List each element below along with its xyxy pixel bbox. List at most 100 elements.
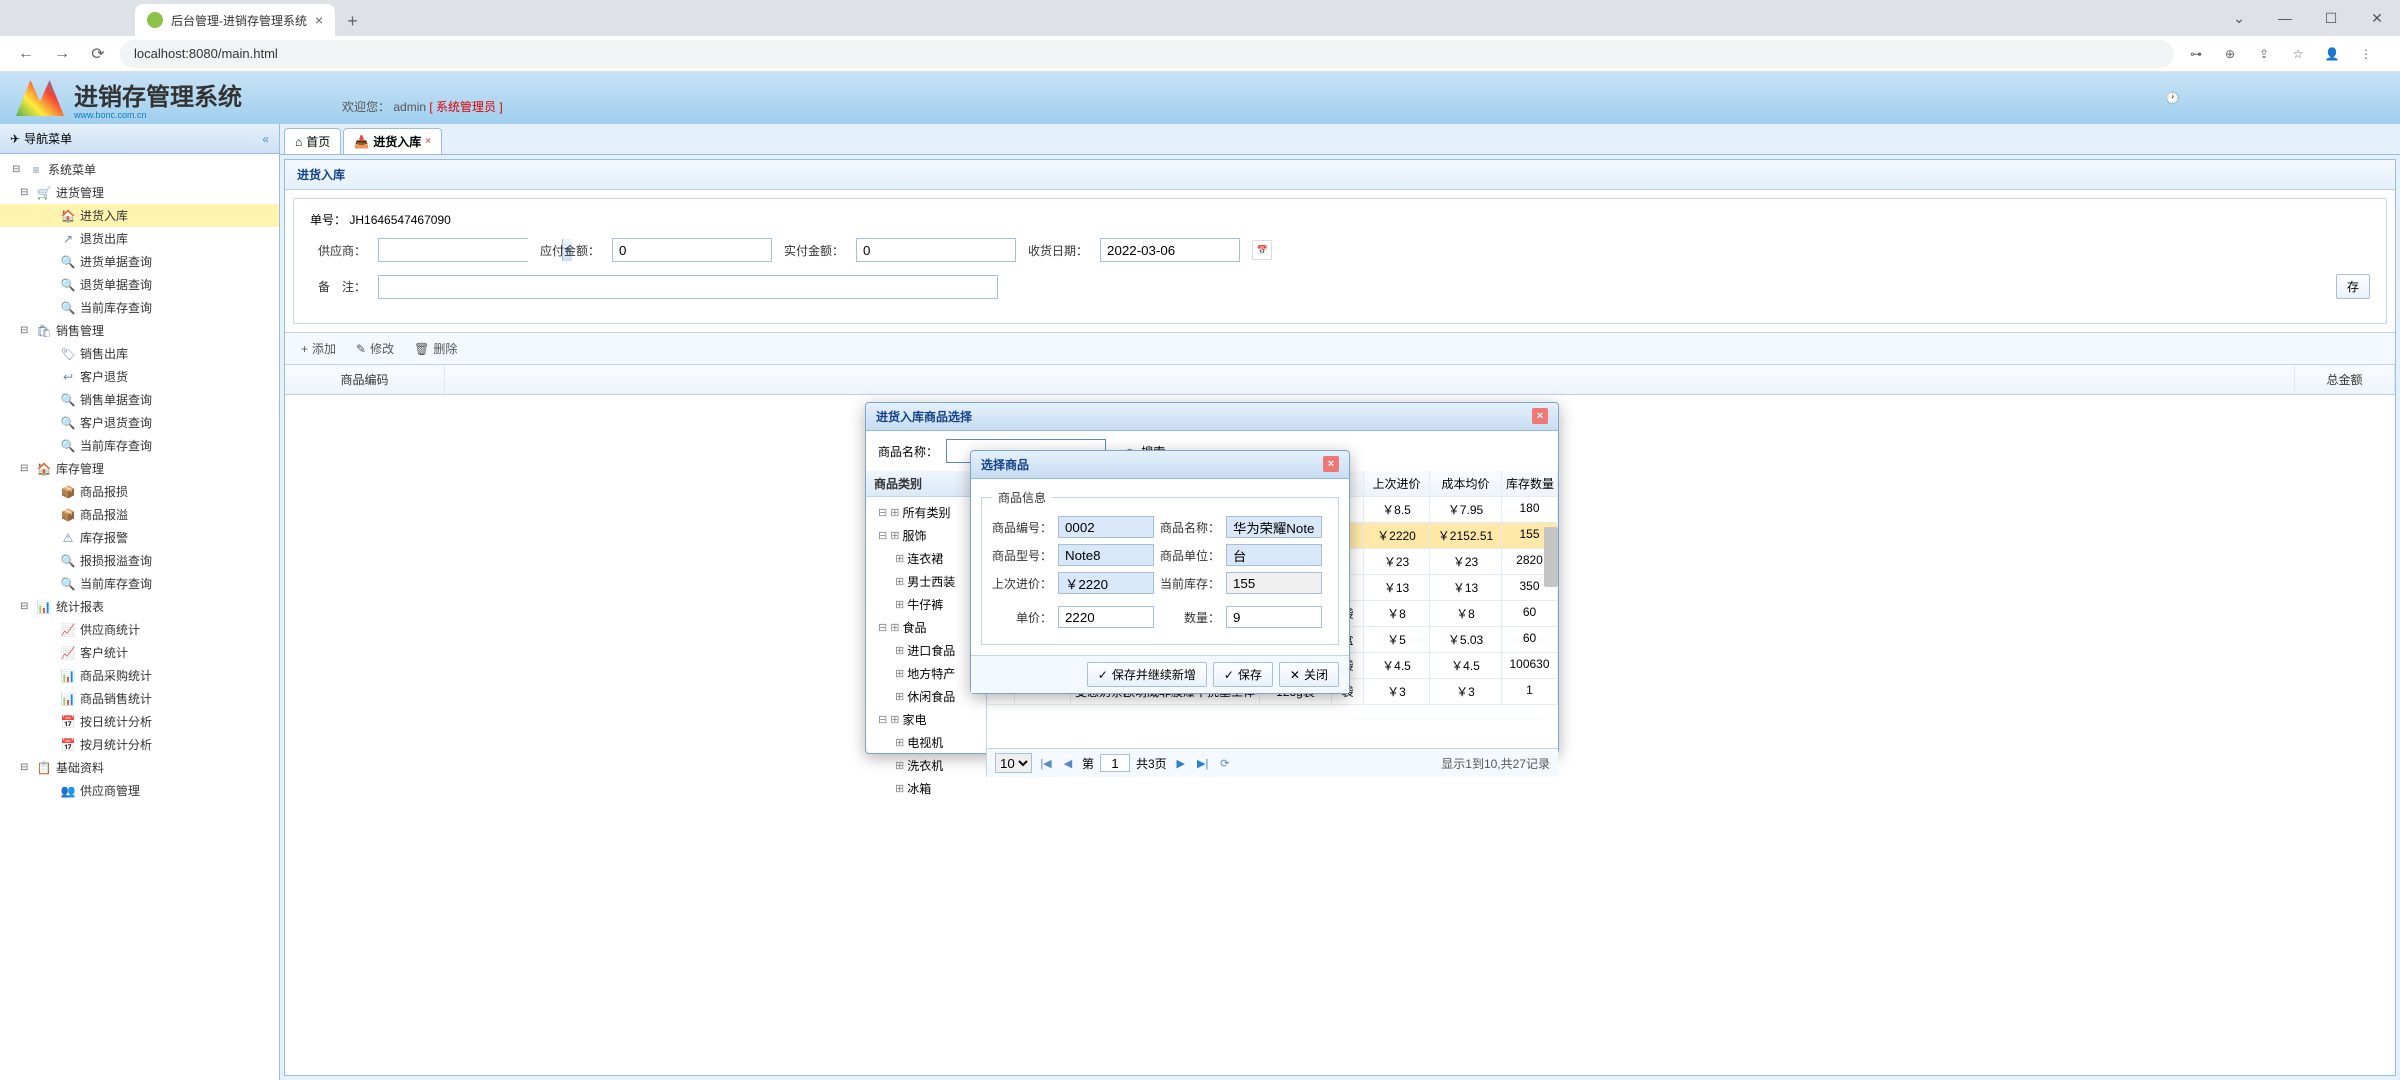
tab-close-icon[interactable]: ×: [425, 136, 431, 147]
product-name-label: 商品名称：: [878, 443, 938, 460]
tab-close-icon[interactable]: ×: [315, 12, 323, 28]
sidebar-item[interactable]: 👥供应商管理: [0, 779, 279, 802]
sidebar-item[interactable]: 🔍退货单据查询: [0, 273, 279, 296]
date-label: 收货日期：: [1028, 242, 1088, 259]
url-field[interactable]: localhost:8080/main.html: [120, 40, 2174, 68]
category-item[interactable]: ⊟⊞食品: [866, 616, 986, 639]
zoom-icon[interactable]: ⊕: [2216, 40, 2244, 68]
sidebar-item[interactable]: 🔍当前库存查询: [0, 296, 279, 319]
sidebar-item[interactable]: ⊟🛒进货管理: [0, 181, 279, 204]
tab-purchase-in[interactable]: 📥 进货入库 ×: [343, 128, 442, 154]
sidebar-item[interactable]: ⊟🏠库存管理: [0, 457, 279, 480]
collapse-icon[interactable]: «: [262, 132, 269, 146]
dialog-title[interactable]: 进货入库商品选择 ×: [866, 403, 1558, 431]
col-code: 商品编码: [285, 365, 445, 394]
next-page-icon[interactable]: ▶: [1173, 757, 1189, 770]
category-item[interactable]: ⊞连衣裙: [866, 547, 986, 570]
sidebar-item[interactable]: 🏠进货入库: [0, 204, 279, 227]
category-item[interactable]: ⊞休闲食品: [866, 685, 986, 708]
sidebar-item[interactable]: 📊商品采购统计: [0, 664, 279, 687]
category-item[interactable]: ⊞洗衣机: [866, 754, 986, 777]
category-item[interactable]: ⊞冰箱: [866, 777, 986, 800]
category-item[interactable]: ⊞进口食品: [866, 639, 986, 662]
forward-button[interactable]: →: [48, 40, 76, 68]
close-icon[interactable]: ✕: [2354, 0, 2400, 36]
add-button[interactable]: + 添加: [293, 337, 344, 360]
category-item[interactable]: ⊟⊞服饰: [866, 524, 986, 547]
sidebar-item[interactable]: ⚠库存报警: [0, 526, 279, 549]
profile-icon[interactable]: 👤: [2318, 40, 2346, 68]
close-button[interactable]: ✕ 关闭: [1279, 662, 1339, 687]
category-item[interactable]: ⊟⊞所有类别: [866, 501, 986, 524]
sidebar-item[interactable]: ⊟🛍销售管理: [0, 319, 279, 342]
page-size-select[interactable]: 10: [995, 753, 1032, 773]
last-page-icon[interactable]: ▶|: [1195, 757, 1211, 770]
save-button[interactable]: 存: [2336, 274, 2370, 299]
dialog-title[interactable]: 选择商品 ×: [971, 451, 1349, 479]
category-item[interactable]: ⊞电视机: [866, 731, 986, 754]
menu-icon[interactable]: ⋮: [2352, 40, 2380, 68]
sidebar-item[interactable]: ↩客户退货: [0, 365, 279, 388]
category-item[interactable]: ⊞男士西装: [866, 570, 986, 593]
remark-label: 备 注：: [310, 278, 366, 295]
sidebar-item[interactable]: ⊟📋基础资料: [0, 756, 279, 779]
scrollbar[interactable]: [1544, 527, 1558, 587]
new-tab-button[interactable]: +: [343, 7, 362, 36]
sidebar-item[interactable]: 🔍当前库存查询: [0, 572, 279, 595]
tab-home[interactable]: ⌂ 首页: [284, 128, 341, 154]
edit-button[interactable]: ✎ 修改: [348, 337, 402, 360]
in-icon: 📥: [354, 135, 369, 149]
order-number: JH1646547467090: [349, 213, 450, 227]
paid-input[interactable]: [856, 238, 1016, 262]
sidebar-item[interactable]: 📅按月统计分析: [0, 733, 279, 756]
maximize-icon[interactable]: ☐: [2308, 0, 2354, 36]
due-input[interactable]: [612, 238, 772, 262]
price-input[interactable]: [1058, 606, 1154, 628]
sidebar-item[interactable]: ⊟≡系统菜单: [0, 158, 279, 181]
sidebar-item[interactable]: 🏷销售出库: [0, 342, 279, 365]
sidebar-item[interactable]: 📅按日统计分析: [0, 710, 279, 733]
back-button[interactable]: ←: [12, 40, 40, 68]
supplier-input[interactable]: [385, 239, 562, 261]
refresh-icon[interactable]: ⟳: [1217, 757, 1233, 770]
delete-button[interactable]: 🗑 删除: [406, 337, 465, 360]
sidebar-item[interactable]: ⊟📊统计报表: [0, 595, 279, 618]
sidebar-item[interactable]: 📊商品销售统计: [0, 687, 279, 710]
sidebar-item[interactable]: 📈客户统计: [0, 641, 279, 664]
category-item[interactable]: ⊟⊞家电: [866, 708, 986, 731]
sidebar-item[interactable]: 🔍进货单据查询: [0, 250, 279, 273]
category-item[interactable]: ⊞地方特产: [866, 662, 986, 685]
chevron-down-icon[interactable]: ⌄: [2216, 0, 2262, 36]
sidebar-item[interactable]: 📈供应商统计: [0, 618, 279, 641]
reload-button[interactable]: ⟳: [84, 40, 112, 68]
minimize-icon[interactable]: ―: [2262, 0, 2308, 36]
save-button[interactable]: ✓ 保存: [1213, 662, 1273, 687]
share-icon[interactable]: ⇪: [2250, 40, 2278, 68]
date-input[interactable]: [1100, 238, 1240, 262]
clock-icon[interactable]: 🕐: [2165, 91, 2180, 105]
remark-input[interactable]: [378, 275, 998, 299]
browser-tab[interactable]: 后台管理-进销存管理系统 ×: [135, 4, 335, 36]
sidebar-item[interactable]: 🔍报损报溢查询: [0, 549, 279, 572]
first-page-icon[interactable]: |◀: [1038, 757, 1054, 770]
key-icon[interactable]: ⊶: [2182, 40, 2210, 68]
quantity-input[interactable]: [1226, 606, 1322, 628]
save-and-new-button[interactable]: ✓ 保存并继续新增: [1087, 662, 1207, 687]
sidebar-item[interactable]: 🔍销售单据查询: [0, 388, 279, 411]
sidebar-item[interactable]: 🔍客户退货查询: [0, 411, 279, 434]
home-icon: ⌂: [295, 135, 302, 149]
close-icon[interactable]: ×: [1323, 456, 1339, 472]
sidebar-item[interactable]: ↗退货出库: [0, 227, 279, 250]
page-input[interactable]: [1100, 754, 1130, 772]
category-item[interactable]: ⊞牛仔裤: [866, 593, 986, 616]
star-icon[interactable]: ☆: [2284, 40, 2312, 68]
grid-header: 商品编码 总金额: [285, 365, 2395, 395]
sidebar-item[interactable]: 📦商品报溢: [0, 503, 279, 526]
sidebar-item[interactable]: 🔍当前库存查询: [0, 434, 279, 457]
supplier-combo[interactable]: ▼: [378, 238, 528, 262]
sidebar-item[interactable]: 📦商品报损: [0, 480, 279, 503]
prev-page-icon[interactable]: ◀: [1060, 757, 1076, 770]
close-icon[interactable]: ×: [1532, 408, 1548, 424]
window-controls: ⌄ ― ☐ ✕: [2216, 0, 2400, 36]
calendar-icon[interactable]: 📅: [1252, 240, 1272, 260]
